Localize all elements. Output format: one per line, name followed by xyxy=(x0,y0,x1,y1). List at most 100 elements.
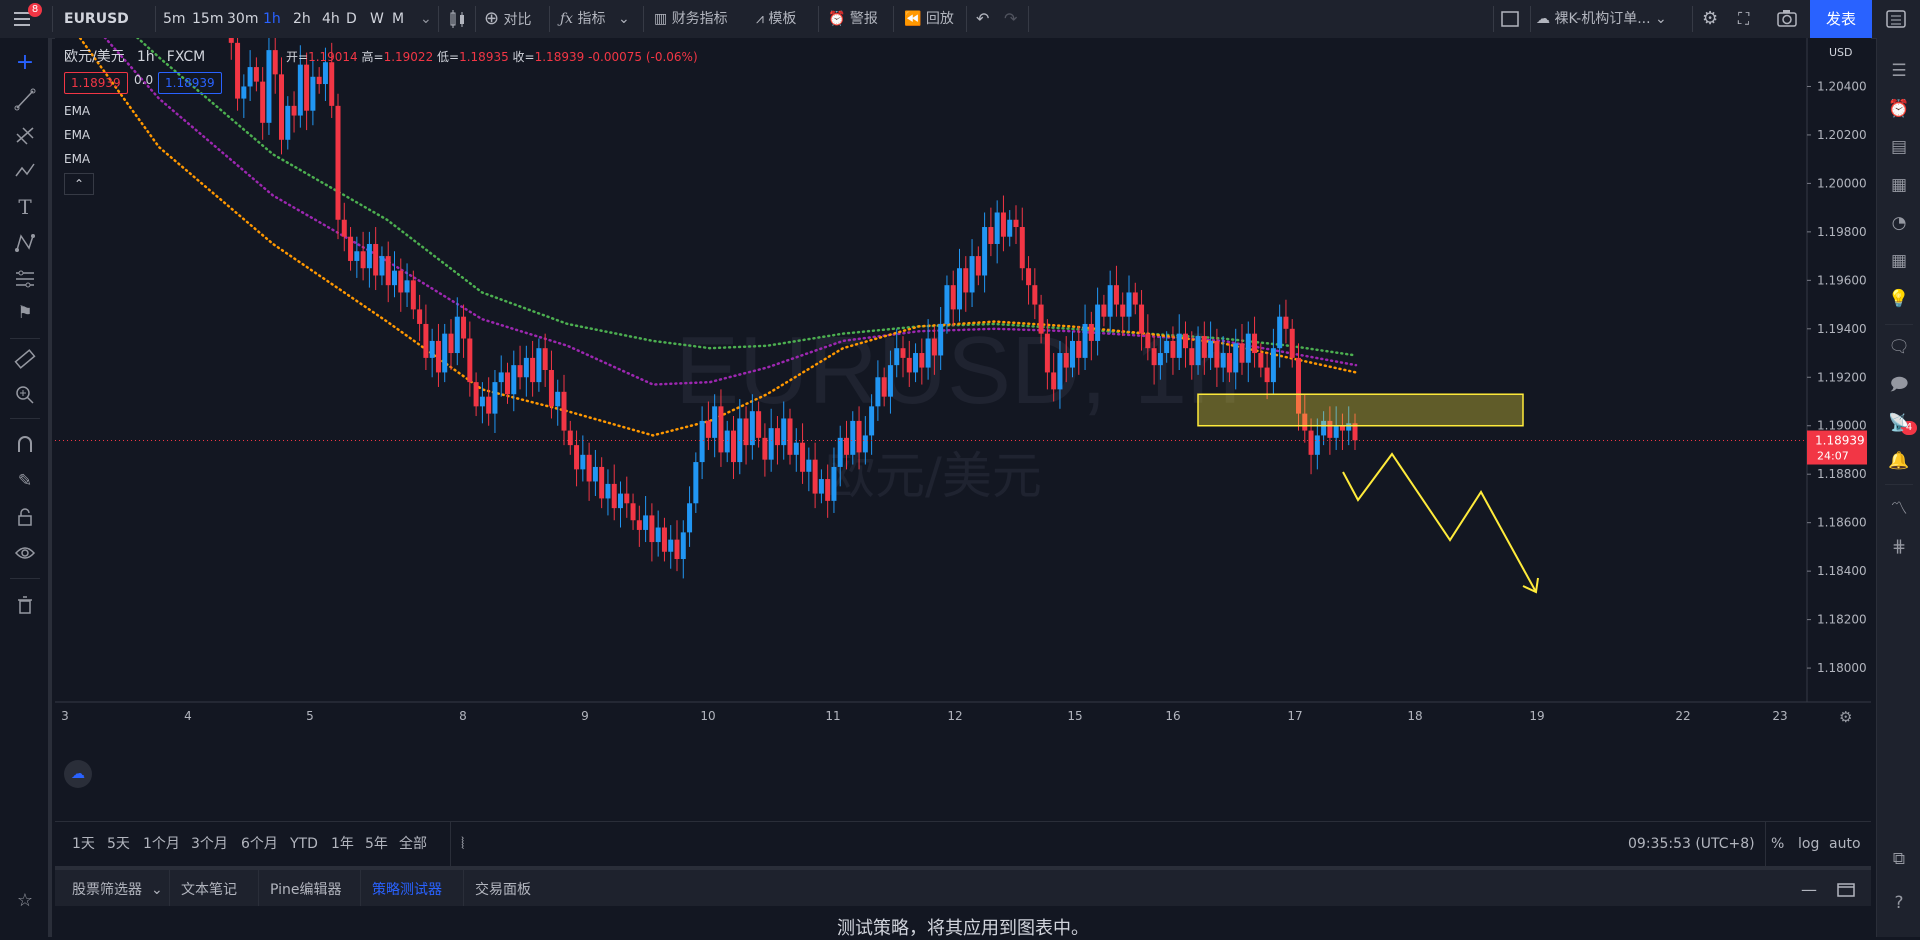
redo-icon[interactable]: ↷ xyxy=(1004,0,1017,38)
collapse-legend-icon[interactable]: ⌃ xyxy=(64,173,94,195)
alerts-button[interactable]: ⏰ 警报 xyxy=(828,0,878,38)
camera-icon[interactable] xyxy=(1776,0,1798,38)
symbol-search[interactable]: EURUSD xyxy=(64,0,129,38)
hotlist-icon[interactable]: ◔ xyxy=(1877,208,1920,238)
interval-M[interactable]: M xyxy=(392,0,404,38)
layers-icon[interactable]: ⧉ xyxy=(1877,844,1920,874)
calendar-icon[interactable]: ▦ xyxy=(1877,246,1920,276)
watchlist-icon[interactable]: ☰ xyxy=(1877,56,1920,86)
interval-dropdown-icon[interactable]: ⌄ xyxy=(420,0,432,38)
buy-price-box[interactable]: 1.18939 xyxy=(158,72,222,94)
range-0[interactable]: 1天 xyxy=(72,822,95,866)
auto-toggle[interactable]: auto xyxy=(1829,822,1861,866)
range-3[interactable]: 3个月 xyxy=(191,822,228,866)
range-8[interactable]: 全部 xyxy=(399,822,427,866)
candle-type-icon[interactable] xyxy=(448,0,468,38)
dom-icon[interactable]: ⋕ xyxy=(1877,532,1920,562)
data-window-icon[interactable]: ▤ xyxy=(1877,132,1920,162)
pattern-tool-icon[interactable] xyxy=(0,156,50,186)
time-tick-label: 10 xyxy=(700,709,715,723)
bottom-tab-3[interactable]: 策略测试器 xyxy=(372,870,442,910)
publish-button[interactable]: 发表 xyxy=(1810,0,1872,38)
fx-icon: ƒx xyxy=(560,11,574,27)
clock-display[interactable]: 09:35:53 (UTC+8) xyxy=(1628,822,1755,866)
sell-price-box[interactable]: 1.18939 xyxy=(64,72,128,94)
settings-icon[interactable]: ⚙ xyxy=(1702,0,1718,38)
candle-body xyxy=(1283,316,1289,329)
layout-button[interactable]: ☁ 裸K-机构订单... ⌄ xyxy=(1536,0,1667,38)
interval-4h[interactable]: 4h xyxy=(322,0,340,38)
replay-button[interactable]: ⏪ 回放 xyxy=(904,0,954,38)
bottom-tab-4[interactable]: 交易面板 xyxy=(475,870,531,910)
trend-line-icon[interactable] xyxy=(0,84,50,114)
range-7[interactable]: 5年 xyxy=(365,822,388,866)
notifications-bell-icon[interactable]: 🔔 xyxy=(1877,446,1920,476)
maximize-panel-icon[interactable] xyxy=(1837,870,1855,910)
ema-legend-3[interactable]: EMA xyxy=(64,152,90,166)
lock-icon[interactable] xyxy=(0,502,50,532)
interval-30m[interactable]: 30m xyxy=(227,0,258,38)
range-4[interactable]: 6个月 xyxy=(241,822,278,866)
text-tool-icon[interactable]: T xyxy=(0,192,50,222)
eye-icon[interactable] xyxy=(0,538,50,568)
chat-icon[interactable]: 🗨 xyxy=(1877,332,1920,362)
range-5[interactable]: YTD xyxy=(290,822,318,866)
financials-label: 财务指标 xyxy=(671,11,728,27)
chevron-down-icon[interactable]: ⌄ xyxy=(151,870,163,910)
interval-15m[interactable]: 15m xyxy=(192,0,223,38)
candle-body xyxy=(1164,340,1170,354)
news-icon[interactable]: ▦ xyxy=(1877,170,1920,200)
ruler-icon[interactable] xyxy=(0,344,50,374)
alarm-icon[interactable]: ⏰ xyxy=(1877,94,1920,124)
fib-tool-icon[interactable] xyxy=(0,120,50,150)
undo-icon[interactable]: ↶ xyxy=(976,0,989,38)
ema-legend-1[interactable]: EMA xyxy=(64,104,90,118)
financials-button[interactable]: ▥ 财务指标 xyxy=(654,0,728,38)
date-range-icon[interactable]: ⦚ xyxy=(461,822,464,866)
log-toggle[interactable]: log xyxy=(1798,822,1819,866)
zoom-in-icon[interactable] xyxy=(0,380,50,410)
forecast-tool-icon[interactable] xyxy=(0,228,50,258)
magnet-icon[interactable] xyxy=(0,430,50,460)
bottom-tab-2[interactable]: Pine编辑器 xyxy=(270,870,342,910)
interval-5m[interactable]: 5m xyxy=(163,0,186,38)
help-icon[interactable]: ? xyxy=(1877,888,1920,918)
ideas-icon[interactable]: 💡 xyxy=(1877,284,1920,314)
interval-2h[interactable]: 2h xyxy=(293,0,311,38)
fullscreen-icon[interactable]: ⛶ xyxy=(1738,0,1749,38)
bottom-tab-0[interactable]: 股票筛选器 xyxy=(72,870,142,910)
templates-button[interactable]: ⩘ 模板 xyxy=(756,0,796,38)
interval-D[interactable]: D xyxy=(346,0,357,38)
ema-legend-2[interactable]: EMA xyxy=(64,128,90,142)
candle-body xyxy=(850,420,856,455)
crosshair-icon[interactable]: + xyxy=(0,48,50,78)
flag-icon[interactable]: ⚑ xyxy=(0,298,50,328)
bottom-tab-1[interactable]: 文本笔记 xyxy=(181,870,237,910)
candle-body xyxy=(1063,353,1069,368)
chart-canvas[interactable]: EURUSD, 1h欧元/美元 1.204001.202001.200001.1… xyxy=(55,38,1871,798)
minimize-panel-icon[interactable]: — xyxy=(1801,870,1817,910)
compare-button[interactable]: ⊕ 对比 xyxy=(484,0,532,38)
percent-toggle[interactable]: % xyxy=(1771,822,1784,866)
trash-icon[interactable] xyxy=(0,590,50,620)
range-2[interactable]: 1个月 xyxy=(143,822,180,866)
list-icon[interactable] xyxy=(1884,0,1908,38)
star-icon[interactable]: ☆ xyxy=(0,886,50,916)
interval-W[interactable]: W xyxy=(370,0,384,38)
order-panel-icon[interactable]: 〽 xyxy=(1877,494,1920,524)
draw-mode-icon[interactable]: ✎ xyxy=(0,466,50,496)
candle-body xyxy=(366,243,372,269)
indicators-button[interactable]: ƒx 指标 ⌄ xyxy=(560,0,630,38)
fullscreen-square-icon[interactable] xyxy=(1500,0,1520,38)
legend-header[interactable]: 欧元/美元 1h FXCM xyxy=(64,46,205,66)
measure-lines-icon[interactable] xyxy=(0,264,50,294)
range-6[interactable]: 1年 xyxy=(331,822,354,866)
tradingview-logo-icon[interactable]: ☁ xyxy=(64,760,92,788)
supply-zone-rectangle[interactable] xyxy=(1197,393,1524,427)
axis-settings-icon[interactable]: ⚙ xyxy=(1839,708,1852,726)
range-1[interactable]: 5天 xyxy=(107,822,130,866)
interval-1h[interactable]: 1h xyxy=(263,0,281,38)
candle-body xyxy=(316,76,322,85)
messages-icon[interactable]: 🗩 xyxy=(1877,370,1920,400)
streams-icon[interactable]: 📡 xyxy=(1877,408,1920,438)
